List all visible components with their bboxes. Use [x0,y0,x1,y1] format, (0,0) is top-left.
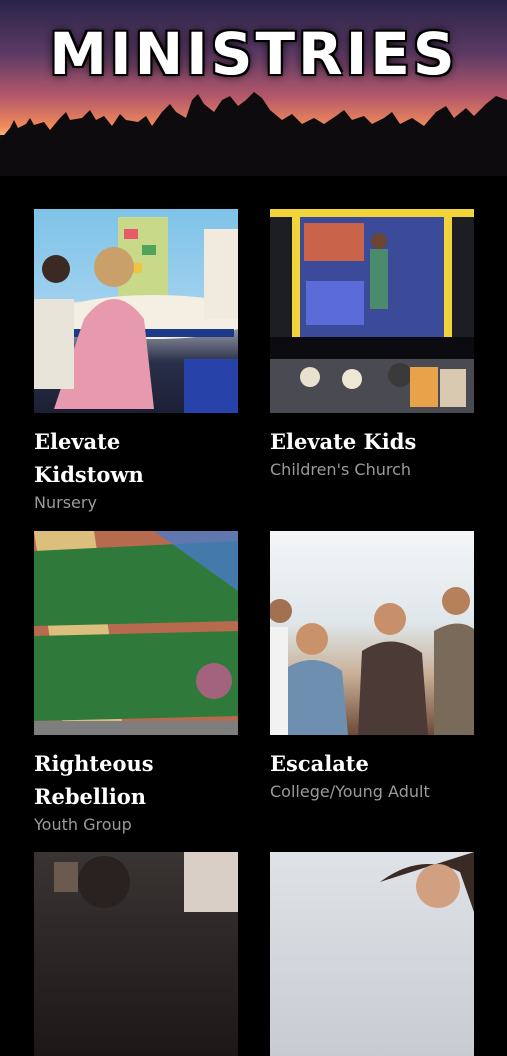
ministry-card-elevate-kids[interactable]: Elevate Kids Children's Church [270,209,474,479]
ministry-title: Righteous Rebellion [34,751,154,809]
young-adults-photo [270,531,474,735]
nursery-photo [34,209,238,413]
ministry-photo [34,852,238,1056]
header-banner: MINISTRIES [0,0,507,176]
ministry-card-righteous-rebellion[interactable]: Righteous Rebellion Youth Group [34,531,238,834]
ministry-card-escalate[interactable]: Escalate College/Young Adult [270,531,474,801]
ministry-photo [270,852,474,1056]
page-title: MINISTRIES [49,20,458,88]
ministry-subtitle: Nursery [34,493,97,512]
ministry-subtitle: Youth Group [34,815,132,834]
ministry-subtitle: Children's Church [270,460,412,479]
ministry-title: Elevate Kids [270,429,417,454]
ministry-card-elevate-kidstown[interactable]: Elevate Kidstown Nursery [34,209,238,512]
ministry-card-partial-left[interactable] [34,852,238,1056]
ministry-card-partial-right[interactable] [270,852,474,1056]
ministry-title: Elevate Kidstown [34,429,144,487]
kids-stage-photo [270,209,474,413]
ministries-grid: Elevate Kidstown Nursery Elevate Kids Ch… [0,176,507,1056]
ministry-subtitle: College/Young Adult [270,782,430,801]
graffiti-photo [34,531,238,735]
ministry-title: Escalate [270,751,369,776]
